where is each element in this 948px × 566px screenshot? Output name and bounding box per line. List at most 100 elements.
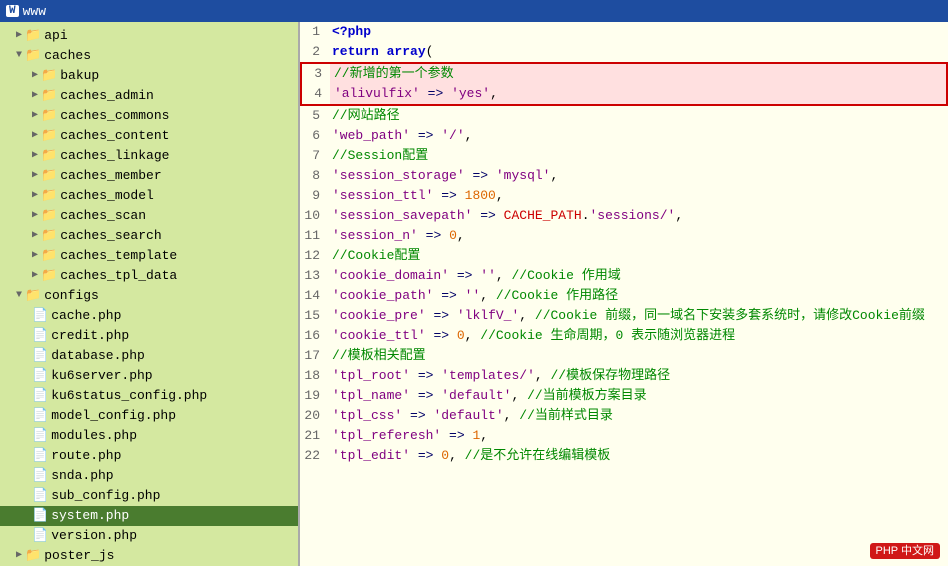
line-content: 'session_savepath' => CACHE_PATH.'sessio… bbox=[328, 206, 948, 226]
tree-label: cache.php bbox=[51, 307, 121, 325]
tree-item-modules.php[interactable]: 📄modules.php bbox=[0, 426, 298, 446]
code-line-18: 18'tpl_root' => 'templates/', //模板保存物理路径 bbox=[300, 366, 948, 386]
line-number: 21 bbox=[300, 426, 328, 446]
tree-label: credit.php bbox=[51, 327, 129, 345]
line-number: 4 bbox=[302, 84, 330, 104]
tree-label: database.php bbox=[51, 347, 145, 365]
tree-item-caches_tpl_data[interactable]: ▶📁caches_tpl_data bbox=[0, 266, 298, 286]
tree-label: caches_tpl_data bbox=[60, 267, 177, 285]
tree-label: caches_admin bbox=[60, 87, 154, 105]
watermark: PHP 中文网 bbox=[870, 542, 940, 558]
line-number: 16 bbox=[300, 326, 328, 346]
line-content: //Cookie配置 bbox=[328, 246, 948, 266]
code-line-7: 7//Session配置 bbox=[300, 146, 948, 166]
tree-item-caches_member[interactable]: ▶📁caches_member bbox=[0, 166, 298, 186]
code-line-3: 3//新增的第一个参数 bbox=[300, 62, 948, 84]
code-line-13: 13'cookie_domain' => '', //Cookie 作用域 bbox=[300, 266, 948, 286]
tree-item-ku6server.php[interactable]: 📄ku6server.php bbox=[0, 366, 298, 386]
tree-item-cache.php[interactable]: 📄cache.php bbox=[0, 306, 298, 326]
tree-item-caches_model[interactable]: ▶📁caches_model bbox=[0, 186, 298, 206]
file-tree: ▶📁api▼📁caches▶📁bakup▶📁caches_admin▶📁cach… bbox=[0, 22, 300, 566]
code-line-4: 4'alivulfix' => 'yes', bbox=[300, 84, 948, 106]
code-line-20: 20'tpl_css' => 'default', //当前样式目录 bbox=[300, 406, 948, 426]
tree-label: configs bbox=[44, 287, 99, 305]
code-lines: 1<?php2return array(3//新增的第一个参数4'alivulf… bbox=[300, 22, 948, 466]
code-line-14: 14'cookie_path' => '', //Cookie 作用路径 bbox=[300, 286, 948, 306]
tree-label: caches_template bbox=[60, 247, 177, 265]
code-panel[interactable]: 1<?php2return array(3//新增的第一个参数4'alivulf… bbox=[300, 22, 948, 566]
line-content: 'tpl_referesh' => 1, bbox=[328, 426, 948, 446]
line-number: 19 bbox=[300, 386, 328, 406]
code-line-10: 10'session_savepath' => CACHE_PATH.'sess… bbox=[300, 206, 948, 226]
line-content: 'cookie_path' => '', //Cookie 作用路径 bbox=[328, 286, 948, 306]
tree-item-caches_template[interactable]: ▶📁caches_template bbox=[0, 246, 298, 266]
tree-label: model_config.php bbox=[51, 407, 176, 425]
tree-label: ku6status_config.php bbox=[51, 387, 207, 405]
code-line-22: 22'tpl_edit' => 0, //是不允许在线编辑模板 bbox=[300, 446, 948, 466]
line-content: //网站路径 bbox=[328, 106, 948, 126]
line-content: 'alivulfix' => 'yes', bbox=[330, 84, 946, 104]
line-number: 11 bbox=[300, 226, 328, 246]
tree-item-poster_js[interactable]: ▶📁poster_js bbox=[0, 546, 298, 566]
tree-item-route.php[interactable]: 📄route.php bbox=[0, 446, 298, 466]
code-line-2: 2return array( bbox=[300, 42, 948, 62]
tree-item-version.php[interactable]: 📄version.php bbox=[0, 526, 298, 546]
tree-item-caches_scan[interactable]: ▶📁caches_scan bbox=[0, 206, 298, 226]
line-content: 'tpl_edit' => 0, //是不允许在线编辑模板 bbox=[328, 446, 948, 466]
line-number: 3 bbox=[302, 64, 330, 84]
code-line-9: 9'session_ttl' => 1800, bbox=[300, 186, 948, 206]
tree-item-credit.php[interactable]: 📄credit.php bbox=[0, 326, 298, 346]
tree-item-sub_config.php[interactable]: 📄sub_config.php bbox=[0, 486, 298, 506]
tree-item-bakup[interactable]: ▶📁bakup bbox=[0, 66, 298, 86]
tree-label: caches_member bbox=[60, 167, 161, 185]
tree-item-model_config.php[interactable]: 📄model_config.php bbox=[0, 406, 298, 426]
code-line-21: 21'tpl_referesh' => 1, bbox=[300, 426, 948, 446]
line-content: 'cookie_pre' => 'lklfV_', //Cookie 前缀，同一… bbox=[328, 306, 948, 326]
code-line-17: 17//模板相关配置 bbox=[300, 346, 948, 366]
title-bar: W www bbox=[0, 0, 948, 22]
line-number: 10 bbox=[300, 206, 328, 226]
line-number: 14 bbox=[300, 286, 328, 306]
line-content: return array( bbox=[328, 42, 948, 62]
code-line-19: 19'tpl_name' => 'default', //当前模板方案目录 bbox=[300, 386, 948, 406]
tree-label: system.php bbox=[51, 507, 129, 525]
code-line-12: 12//Cookie配置 bbox=[300, 246, 948, 266]
tree-item-caches[interactable]: ▼📁caches bbox=[0, 46, 298, 66]
tree-item-caches_admin[interactable]: ▶📁caches_admin bbox=[0, 86, 298, 106]
line-content: 'tpl_name' => 'default', //当前模板方案目录 bbox=[328, 386, 948, 406]
code-line-16: 16'cookie_ttl' => 0, //Cookie 生命周期，0 表示随… bbox=[300, 326, 948, 346]
line-number: 6 bbox=[300, 126, 328, 146]
tree-label: caches bbox=[44, 47, 91, 65]
code-line-8: 8'session_storage' => 'mysql', bbox=[300, 166, 948, 186]
tree-item-snda.php[interactable]: 📄snda.php bbox=[0, 466, 298, 486]
tree-item-caches_content[interactable]: ▶📁caches_content bbox=[0, 126, 298, 146]
code-line-1: 1<?php bbox=[300, 22, 948, 42]
tree-item-database.php[interactable]: 📄database.php bbox=[0, 346, 298, 366]
tree-item-caches_linkage[interactable]: ▶📁caches_linkage bbox=[0, 146, 298, 166]
line-content: 'tpl_root' => 'templates/', //模板保存物理路径 bbox=[328, 366, 948, 386]
line-number: 2 bbox=[300, 42, 328, 62]
line-content: 'session_ttl' => 1800, bbox=[328, 186, 948, 206]
line-content: 'session_storage' => 'mysql', bbox=[328, 166, 948, 186]
tree-item-api[interactable]: ▶📁api bbox=[0, 26, 298, 46]
tree-item-caches_search[interactable]: ▶📁caches_search bbox=[0, 226, 298, 246]
tree-label: caches_search bbox=[60, 227, 161, 245]
line-content: 'cookie_domain' => '', //Cookie 作用域 bbox=[328, 266, 948, 286]
tree-label: caches_linkage bbox=[60, 147, 169, 165]
tree-label: modules.php bbox=[51, 427, 137, 445]
tree-label: snda.php bbox=[51, 467, 113, 485]
tree-item-caches_commons[interactable]: ▶📁caches_commons bbox=[0, 106, 298, 126]
line-number: 5 bbox=[300, 106, 328, 126]
line-content: //模板相关配置 bbox=[328, 346, 948, 366]
code-line-11: 11'session_n' => 0, bbox=[300, 226, 948, 246]
tree-item-system.php[interactable]: 📄system.php bbox=[0, 506, 298, 526]
tree-item-configs[interactable]: ▼📁configs bbox=[0, 286, 298, 306]
line-content: 'session_n' => 0, bbox=[328, 226, 948, 246]
line-number: 18 bbox=[300, 366, 328, 386]
line-number: 22 bbox=[300, 446, 328, 466]
tree-item-ku6status_config.php[interactable]: 📄ku6status_config.php bbox=[0, 386, 298, 406]
line-number: 17 bbox=[300, 346, 328, 366]
tree-label: version.php bbox=[51, 527, 137, 545]
tree-label: caches_scan bbox=[60, 207, 146, 225]
watermark-text: PHP 中文网 bbox=[870, 543, 940, 559]
